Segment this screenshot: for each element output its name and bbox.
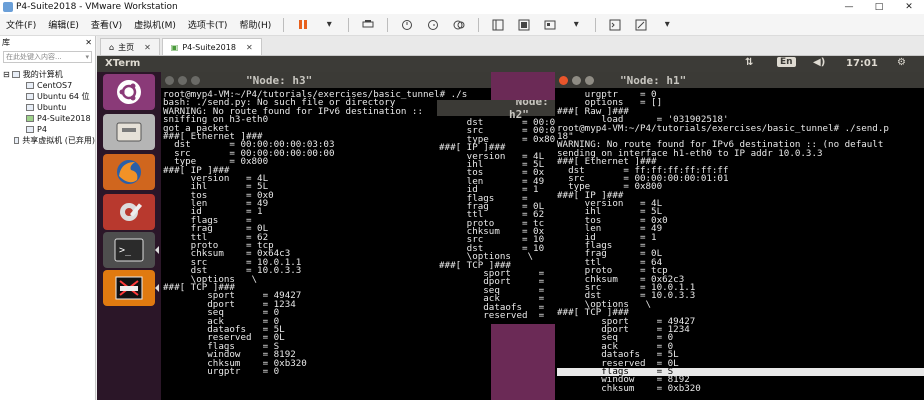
menu-bar: 文件(F) 编辑(E) 查看(V) 虚拟机(M) 选项卡(T) 帮助(H) ▾ … <box>0 14 924 36</box>
unity-icon[interactable] <box>516 18 532 32</box>
shared-vm-icon <box>14 137 20 144</box>
send-keys-icon[interactable] <box>360 18 376 32</box>
volume-icon[interactable]: ◀) <box>813 57 825 68</box>
vm-icon <box>26 104 34 111</box>
dropdown-icon[interactable]: ▾ <box>659 18 675 32</box>
settings-icon[interactable] <box>103 194 155 230</box>
stretch-icon[interactable] <box>633 18 649 32</box>
terminal-line: root@myp4-VM:~/P4/tutorials/exercises/ba… <box>557 122 889 134</box>
firefox-icon[interactable] <box>103 154 155 190</box>
terminal-output[interactable]: urgptr = 0 options = [] ###[ Raw ]### loa… <box>555 88 924 393</box>
tab-close-icon[interactable]: ✕ <box>246 43 253 52</box>
xterm-titlebar: "Node: h2" <box>437 100 557 121</box>
network-icon[interactable]: ⇅ <box>745 57 753 68</box>
xterm-title: "Node: h1" <box>620 73 687 87</box>
library-panel: 库 ✕ 在此处键入内容... ▾ ⊟ 我的计算机 CentOS7 Ubuntu … <box>0 36 96 400</box>
xterm-title: "Node: h3" <box>246 73 313 87</box>
tree-item-ubuntu64[interactable]: Ubuntu 64 位 <box>0 91 95 102</box>
xterm-icon[interactable] <box>103 270 155 306</box>
terminal-line: chksum = 0xb320 <box>557 382 701 394</box>
menu-vm[interactable]: 虚拟机(M) <box>128 18 182 31</box>
xterm-window-h1[interactable]: "Node: h1" urgptr = 0 options = [] ###[ R… <box>555 72 924 400</box>
window-minimize-icon[interactable] <box>178 75 187 85</box>
toolbar-separator <box>478 17 480 32</box>
computer-icon <box>11 71 20 78</box>
window-title: P4-Suite2018 - VMware Workstation <box>16 2 178 12</box>
minimize-button[interactable]: — <box>834 0 864 14</box>
dropdown-icon[interactable]: ▾ <box>321 18 337 32</box>
fit-guest-icon[interactable] <box>490 18 506 32</box>
menu-view[interactable]: 查看(V) <box>85 18 128 31</box>
search-placeholder: 在此处键入内容... <box>6 53 62 61</box>
tree-item-ubuntu[interactable]: Ubuntu <box>0 102 95 113</box>
keyboard-indicator[interactable]: En <box>777 57 796 67</box>
system-menu-icon[interactable]: ⚙ <box>897 57 906 68</box>
clock[interactable]: 17:01 <box>846 58 878 69</box>
snapshot-icon[interactable] <box>399 18 415 32</box>
tab-close-icon[interactable]: ✕ <box>144 43 151 52</box>
running-indicator <box>155 284 159 292</box>
home-icon: ⌂ <box>109 42 115 52</box>
close-button[interactable]: ✕ <box>894 0 924 14</box>
active-app-name: XTerm <box>105 58 141 69</box>
toolbar-separator <box>595 17 597 32</box>
ubuntu-desktop: >_ "Node: h3" root@myp4-VM:~/P4/tutorial… <box>97 72 924 400</box>
library-title: 库 <box>2 38 10 47</box>
tab-bar: ⌂ 主页 ✕ ▣ P4-Suite2018 ✕ <box>97 36 924 56</box>
window-close-icon[interactable] <box>165 75 174 85</box>
launcher: >_ <box>97 72 161 400</box>
library-search-input[interactable]: 在此处键入内容... ▾ <box>3 51 92 63</box>
terminal-output[interactable]: dst = 00:00 src = 00:00 type = 0x800 ###[… <box>437 116 557 321</box>
toolbar-separator <box>387 17 389 32</box>
xterm-titlebar: "Node: h1" <box>555 72 924 88</box>
vm-icon <box>26 93 34 100</box>
ubuntu-icon[interactable] <box>103 74 155 110</box>
library-header: 库 ✕ <box>0 36 95 49</box>
xterm-titlebar: "Node: h3" <box>161 72 491 88</box>
xterm-window-h2[interactable]: "Node: h2" dst = 00:00 src = 00:00 type … <box>437 100 557 324</box>
menu-file[interactable]: 文件(F) <box>0 18 42 31</box>
menu-edit[interactable]: 编辑(E) <box>42 18 85 31</box>
pause-icon[interactable] <box>295 18 311 32</box>
tab-home[interactable]: ⌂ 主页 ✕ <box>100 38 160 55</box>
terminal-line: urgptr = 0 <box>163 365 280 377</box>
terminal-line: reserved = <box>439 309 545 321</box>
window-maximize-icon[interactable] <box>191 75 200 85</box>
window-maximize-icon[interactable] <box>585 75 594 85</box>
toolbar-separator <box>348 17 350 32</box>
tree-item-my-computer[interactable]: ⊟ 我的计算机 <box>0 69 95 80</box>
dropdown-icon[interactable]: ▾ <box>568 18 584 32</box>
tree-item-centos7[interactable]: CentOS7 <box>0 80 95 91</box>
vmware-icon <box>3 2 13 12</box>
revert-icon[interactable] <box>425 18 441 32</box>
fullscreen-icon[interactable] <box>542 18 558 32</box>
window-titlebar: P4-Suite2018 - VMware Workstation — □ ✕ <box>0 0 924 14</box>
files-icon[interactable] <box>103 114 155 150</box>
terminal-icon[interactable]: >_ <box>103 232 155 268</box>
library-close-button[interactable]: ✕ <box>85 36 95 49</box>
tree-item-shared-vms[interactable]: 共享虚拟机 (已弃用) <box>0 135 95 146</box>
vm-tab-icon: ▣ <box>170 42 179 52</box>
tree-item-p4[interactable]: P4 <box>0 124 95 135</box>
toolbar-separator <box>283 17 285 32</box>
collapse-icon[interactable]: ⊟ <box>3 69 10 80</box>
manage-snapshot-icon[interactable] <box>451 18 467 32</box>
tab-p4-suite2018[interactable]: ▣ P4-Suite2018 ✕ <box>161 38 262 55</box>
vm-running-icon <box>26 115 34 122</box>
search-dropdown-icon[interactable]: ▾ <box>85 52 91 62</box>
vm-icon <box>26 126 34 133</box>
tree-item-p4-suite2018[interactable]: P4-Suite2018 <box>0 113 95 124</box>
window-close-icon[interactable] <box>559 75 568 85</box>
menu-help[interactable]: 帮助(H) <box>233 18 277 31</box>
ubuntu-top-panel: XTerm ⇅ En ◀) 17:01 ⚙ <box>97 56 924 72</box>
maximize-button[interactable]: □ <box>864 0 894 14</box>
svg-text:>_: >_ <box>119 245 132 256</box>
running-indicator <box>155 246 159 254</box>
window-minimize-icon[interactable] <box>572 75 581 85</box>
vm-icon <box>26 82 34 89</box>
console-icon[interactable] <box>607 18 623 32</box>
menu-tabs[interactable]: 选项卡(T) <box>182 18 234 31</box>
